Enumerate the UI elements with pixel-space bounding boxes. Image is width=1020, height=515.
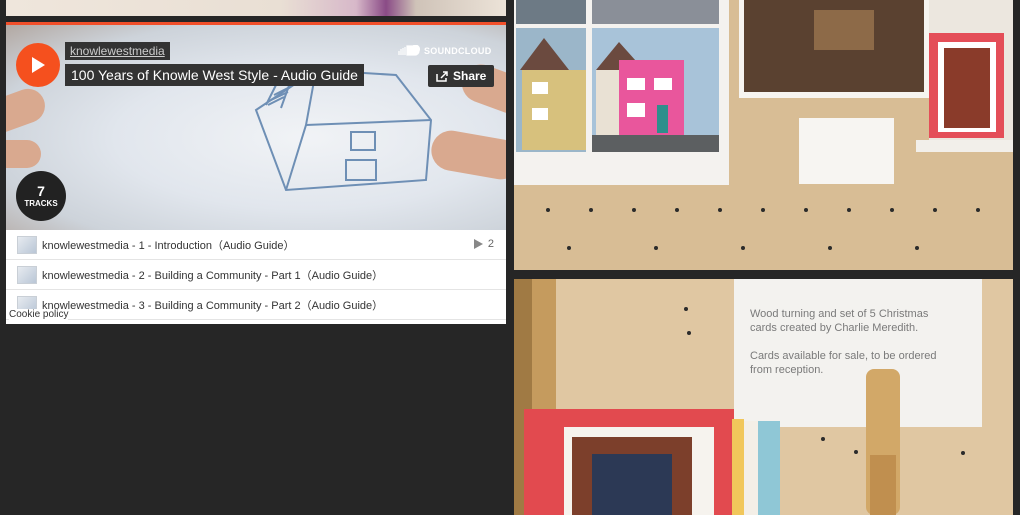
track-thumbnail (17, 265, 37, 284)
pegboard-hole (847, 208, 851, 212)
pegboard-hole (961, 451, 965, 455)
share-button[interactable]: Share (428, 65, 495, 87)
track-artwork[interactable]: knowlewestmedia 100 Years of Knowle West… (6, 25, 506, 230)
pegboard-hole (567, 246, 571, 250)
top-photo-strip (6, 0, 506, 16)
exhibition-photo-wood-turning: Wood turning and set of 5 Christmas card… (514, 279, 1013, 515)
pegboard-hole (632, 208, 636, 212)
pegboard-hole (933, 208, 937, 212)
track-label: knowlewestmedia - 1 - Introduction（Audio… (42, 239, 295, 252)
pegboard-hole (761, 208, 765, 212)
label-line-5: from reception. (750, 364, 824, 376)
pegboard-hole (654, 246, 658, 250)
play-count-icon (473, 239, 483, 249)
pegboard-hole (804, 208, 808, 212)
artwork-hand-left-bottom (6, 140, 41, 168)
track-count: 7 (37, 182, 45, 199)
track-count-badge: 7 TRACKS (16, 171, 66, 221)
play-count-value: 2 (487, 238, 494, 250)
track-row-2[interactable]: knowlewestmedia - 2 - Building a Communi… (6, 260, 506, 290)
soundcloud-logo[interactable]: SOUNDCLOUD (398, 45, 492, 56)
label-line-2: cards created by Charlie Meredith. (750, 322, 919, 334)
cookie-policy-link[interactable]: Cookie policy (9, 309, 69, 320)
track-label: knowlewestmedia - 3 - Building a Communi… (42, 299, 384, 312)
exhibition-photo-houses (514, 0, 1013, 270)
exhibit-label-card: Wood turning and set of 5 Christmas card… (750, 307, 980, 377)
pegboard-hole (741, 246, 745, 250)
pegboard-hole (684, 307, 688, 311)
pegboard-hole (828, 246, 832, 250)
artwork-hand-left-top (6, 84, 50, 140)
track-row-1[interactable]: knowlewestmedia - 1 - Introduction（Audio… (6, 230, 506, 260)
share-icon (436, 70, 448, 82)
play-count: 2 (473, 238, 494, 250)
label-line-1: Wood turning and set of 5 Christmas (750, 308, 929, 320)
track-thumbnail (17, 235, 37, 254)
track-count-label: TRACKS (24, 198, 58, 208)
soundcloud-player: knowlewestmedia 100 Years of Knowle West… (6, 22, 506, 324)
pegboard-hole (821, 437, 825, 441)
playlist-title[interactable]: 100 Years of Knowle West Style - Audio G… (65, 64, 364, 86)
label-line-3 (750, 335, 980, 349)
pegboard-hole (546, 208, 550, 212)
play-button[interactable] (16, 43, 60, 87)
artist-link[interactable]: knowlewestmedia (65, 42, 170, 60)
houses-board-illustration (514, 0, 1013, 270)
soundcloud-wordmark: SOUNDCLOUD (424, 45, 492, 56)
pegboard-hole (915, 246, 919, 250)
share-label: Share (453, 69, 487, 83)
play-icon (32, 57, 45, 73)
pegboard-hole (718, 208, 722, 212)
track-row-3[interactable]: knowlewestmedia - 3 - Building a Communi… (6, 290, 506, 320)
pegboard-hole (890, 208, 894, 212)
pegboard-hole (589, 208, 593, 212)
label-line-4: Cards available for sale, to be ordered (750, 350, 937, 362)
pegboard-hole (687, 331, 691, 335)
pegboard-hole (854, 450, 858, 454)
soundcloud-cloud-icon (398, 45, 420, 56)
track-label: knowlewestmedia - 2 - Building a Communi… (42, 269, 384, 282)
pegboard-hole (675, 208, 679, 212)
pegboard-hole (976, 208, 980, 212)
